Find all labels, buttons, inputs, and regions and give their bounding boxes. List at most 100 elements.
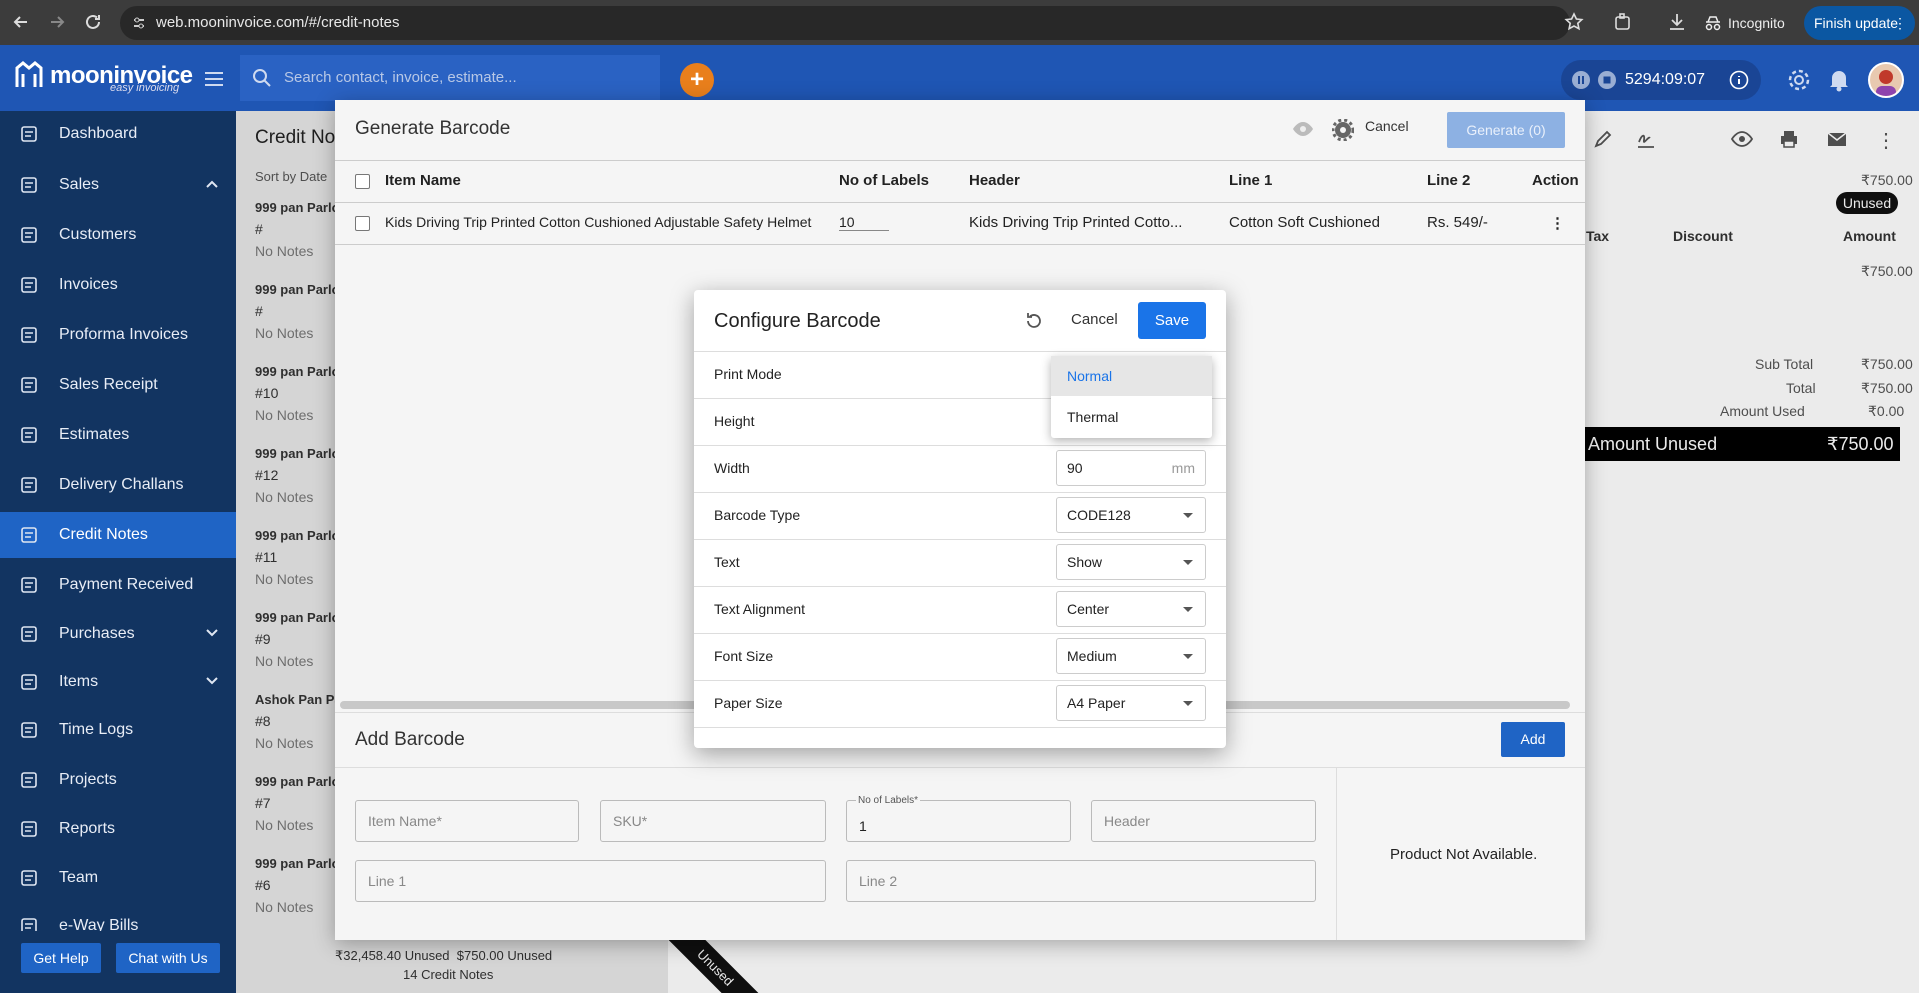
preview-icon[interactable] — [1292, 120, 1314, 138]
save-button[interactable]: Save — [1138, 302, 1206, 339]
sidebar-item-sales-receipt[interactable]: Sales Receipt — [0, 362, 236, 408]
sidebar-item-time-logs[interactable]: Time Logs — [0, 707, 236, 753]
add-button[interactable]: Add — [1501, 722, 1565, 757]
divider — [694, 539, 1226, 540]
incognito-indicator[interactable]: Incognito — [1692, 6, 1797, 40]
info-icon[interactable] — [1729, 70, 1749, 90]
menu-option-thermal[interactable]: Thermal — [1051, 397, 1212, 437]
item-name-input[interactable]: Item Name* — [355, 800, 579, 842]
sidebar-item-label: Credit Notes — [59, 526, 148, 543]
row-labels-input[interactable]: 10 — [839, 214, 889, 231]
sidebar-item-payment-received[interactable]: Payment Received — [0, 562, 236, 608]
document-icon — [20, 276, 38, 294]
chevron-down-icon[interactable] — [206, 629, 218, 637]
settings-icon[interactable] — [1332, 119, 1354, 141]
row-item-name: Kids Driving Trip Printed Cotton Cushion… — [385, 214, 812, 230]
settings-icon[interactable] — [1787, 68, 1811, 92]
reset-icon[interactable] — [1023, 310, 1045, 332]
reload-icon[interactable] — [82, 11, 104, 33]
text-alignment-select[interactable]: Center — [1056, 591, 1206, 627]
sidebar-item-invoices[interactable]: Invoices — [0, 262, 236, 308]
width-input[interactable]: 90 mm — [1056, 450, 1206, 486]
row-action-menu-icon[interactable]: ⋮ — [1550, 214, 1565, 232]
chevron-down-icon — [1183, 607, 1193, 612]
config-label-print-mode: Print Mode — [714, 366, 782, 382]
sku-input[interactable]: SKU* — [600, 800, 826, 842]
sidebar-item-dashboard[interactable]: Dashboard — [0, 111, 236, 157]
sidebar-item-customers[interactable]: Customers — [0, 212, 236, 258]
more-vert-icon: ⋮ — [1893, 15, 1907, 31]
header-input[interactable]: Header — [1091, 800, 1316, 842]
forward-icon[interactable] — [46, 11, 68, 33]
sidebar-item-estimates[interactable]: Estimates — [0, 412, 236, 458]
paper-size-select[interactable]: A4 Paper — [1056, 685, 1206, 721]
stop-icon[interactable] — [1597, 70, 1617, 90]
sidebar-item-label: Items — [59, 673, 99, 690]
star-icon[interactable] — [1563, 11, 1585, 33]
row-checkbox[interactable] — [355, 216, 370, 231]
barcode-type-select[interactable]: CODE128 — [1056, 497, 1206, 533]
sidebar-item-team[interactable]: Team — [0, 855, 236, 901]
chat-button[interactable]: Chat with Us — [116, 943, 220, 973]
labels-value: 1 — [859, 818, 867, 834]
sidebar-item-projects[interactable]: Projects — [0, 757, 236, 803]
font-size-select[interactable]: Medium — [1056, 638, 1206, 674]
sidebar-item-label: Payment Received — [59, 576, 194, 593]
get-help-button[interactable]: Get Help — [21, 943, 101, 973]
sidebar-item-reports[interactable]: Reports — [0, 806, 236, 852]
chevron-down-icon[interactable] — [206, 677, 218, 685]
text-value: Show — [1067, 554, 1103, 570]
folder-icon — [20, 771, 38, 789]
user-avatar[interactable] — [1868, 62, 1904, 98]
config-label-height: Height — [714, 413, 755, 429]
hamburger-menu-icon[interactable] — [203, 70, 225, 88]
document-icon — [20, 326, 38, 344]
sidebar-item-proforma-invoices[interactable]: Proforma Invoices — [0, 312, 236, 358]
divider — [335, 244, 1585, 245]
moon-logo-icon[interactable] — [14, 60, 44, 90]
sidebar-item-label: Projects — [59, 771, 117, 788]
sidebar-item-delivery-challans[interactable]: Delivery Challans — [0, 462, 236, 508]
finish-update-button[interactable]: Finish update ⋮ — [1804, 6, 1915, 40]
sidebar-item-credit-notes[interactable]: Credit Notes — [0, 512, 236, 558]
dollar-icon — [20, 176, 38, 194]
config-label-barcode-type: Barcode Type — [714, 507, 801, 523]
notification-bell-icon[interactable] — [1828, 68, 1850, 92]
chevron-up-icon[interactable] — [206, 180, 218, 188]
line2-input[interactable]: Line 2 — [846, 860, 1316, 902]
finish-update-label: Finish update — [1814, 15, 1899, 31]
sidebar-item-purchases[interactable]: Purchases — [0, 611, 236, 657]
extensions-icon[interactable] — [1612, 11, 1634, 33]
add-new-button[interactable]: + — [680, 63, 714, 97]
site-info-icon[interactable] — [132, 16, 146, 30]
team-icon — [20, 869, 38, 887]
unit-label: mm — [1171, 460, 1195, 476]
product-not-available: Product Not Available. — [1390, 846, 1538, 863]
cancel-button[interactable]: Cancel — [1071, 311, 1118, 328]
download-icon[interactable] — [1666, 11, 1688, 33]
address-bar[interactable]: web.mooninvoice.com/#/credit-notes — [120, 6, 1570, 40]
pause-icon[interactable] — [1571, 70, 1591, 90]
config-label-paper-size: Paper Size — [714, 695, 783, 711]
line1-input[interactable]: Line 1 — [355, 860, 826, 902]
divider — [694, 445, 1226, 446]
text-select[interactable]: Show — [1056, 544, 1206, 580]
divider — [1336, 767, 1337, 940]
truck-icon — [20, 917, 38, 931]
divider — [694, 492, 1226, 493]
sidebar-item-label: Estimates — [59, 426, 130, 443]
sidebar-item-sales[interactable]: Sales — [0, 162, 236, 208]
sidebar-item-items[interactable]: Items — [0, 659, 236, 705]
select-all-checkbox[interactable] — [355, 174, 370, 189]
cancel-button[interactable]: Cancel — [1365, 118, 1409, 134]
sidebar-item-label: Dashboard — [59, 125, 138, 142]
divider — [694, 633, 1226, 634]
labels-input[interactable]: 1 — [846, 800, 1071, 842]
sidebar-item-e-way-bills[interactable]: e-Way Bills — [0, 903, 236, 931]
back-icon[interactable] — [10, 11, 32, 33]
search-input[interactable]: Search contact, invoice, estimate... — [240, 55, 660, 101]
divider — [335, 202, 1585, 203]
time-tracker[interactable]: 5294:09:07 — [1561, 60, 1761, 100]
menu-option-normal[interactable]: Normal — [1051, 356, 1212, 396]
generate-button[interactable]: Generate (0) — [1447, 112, 1565, 148]
